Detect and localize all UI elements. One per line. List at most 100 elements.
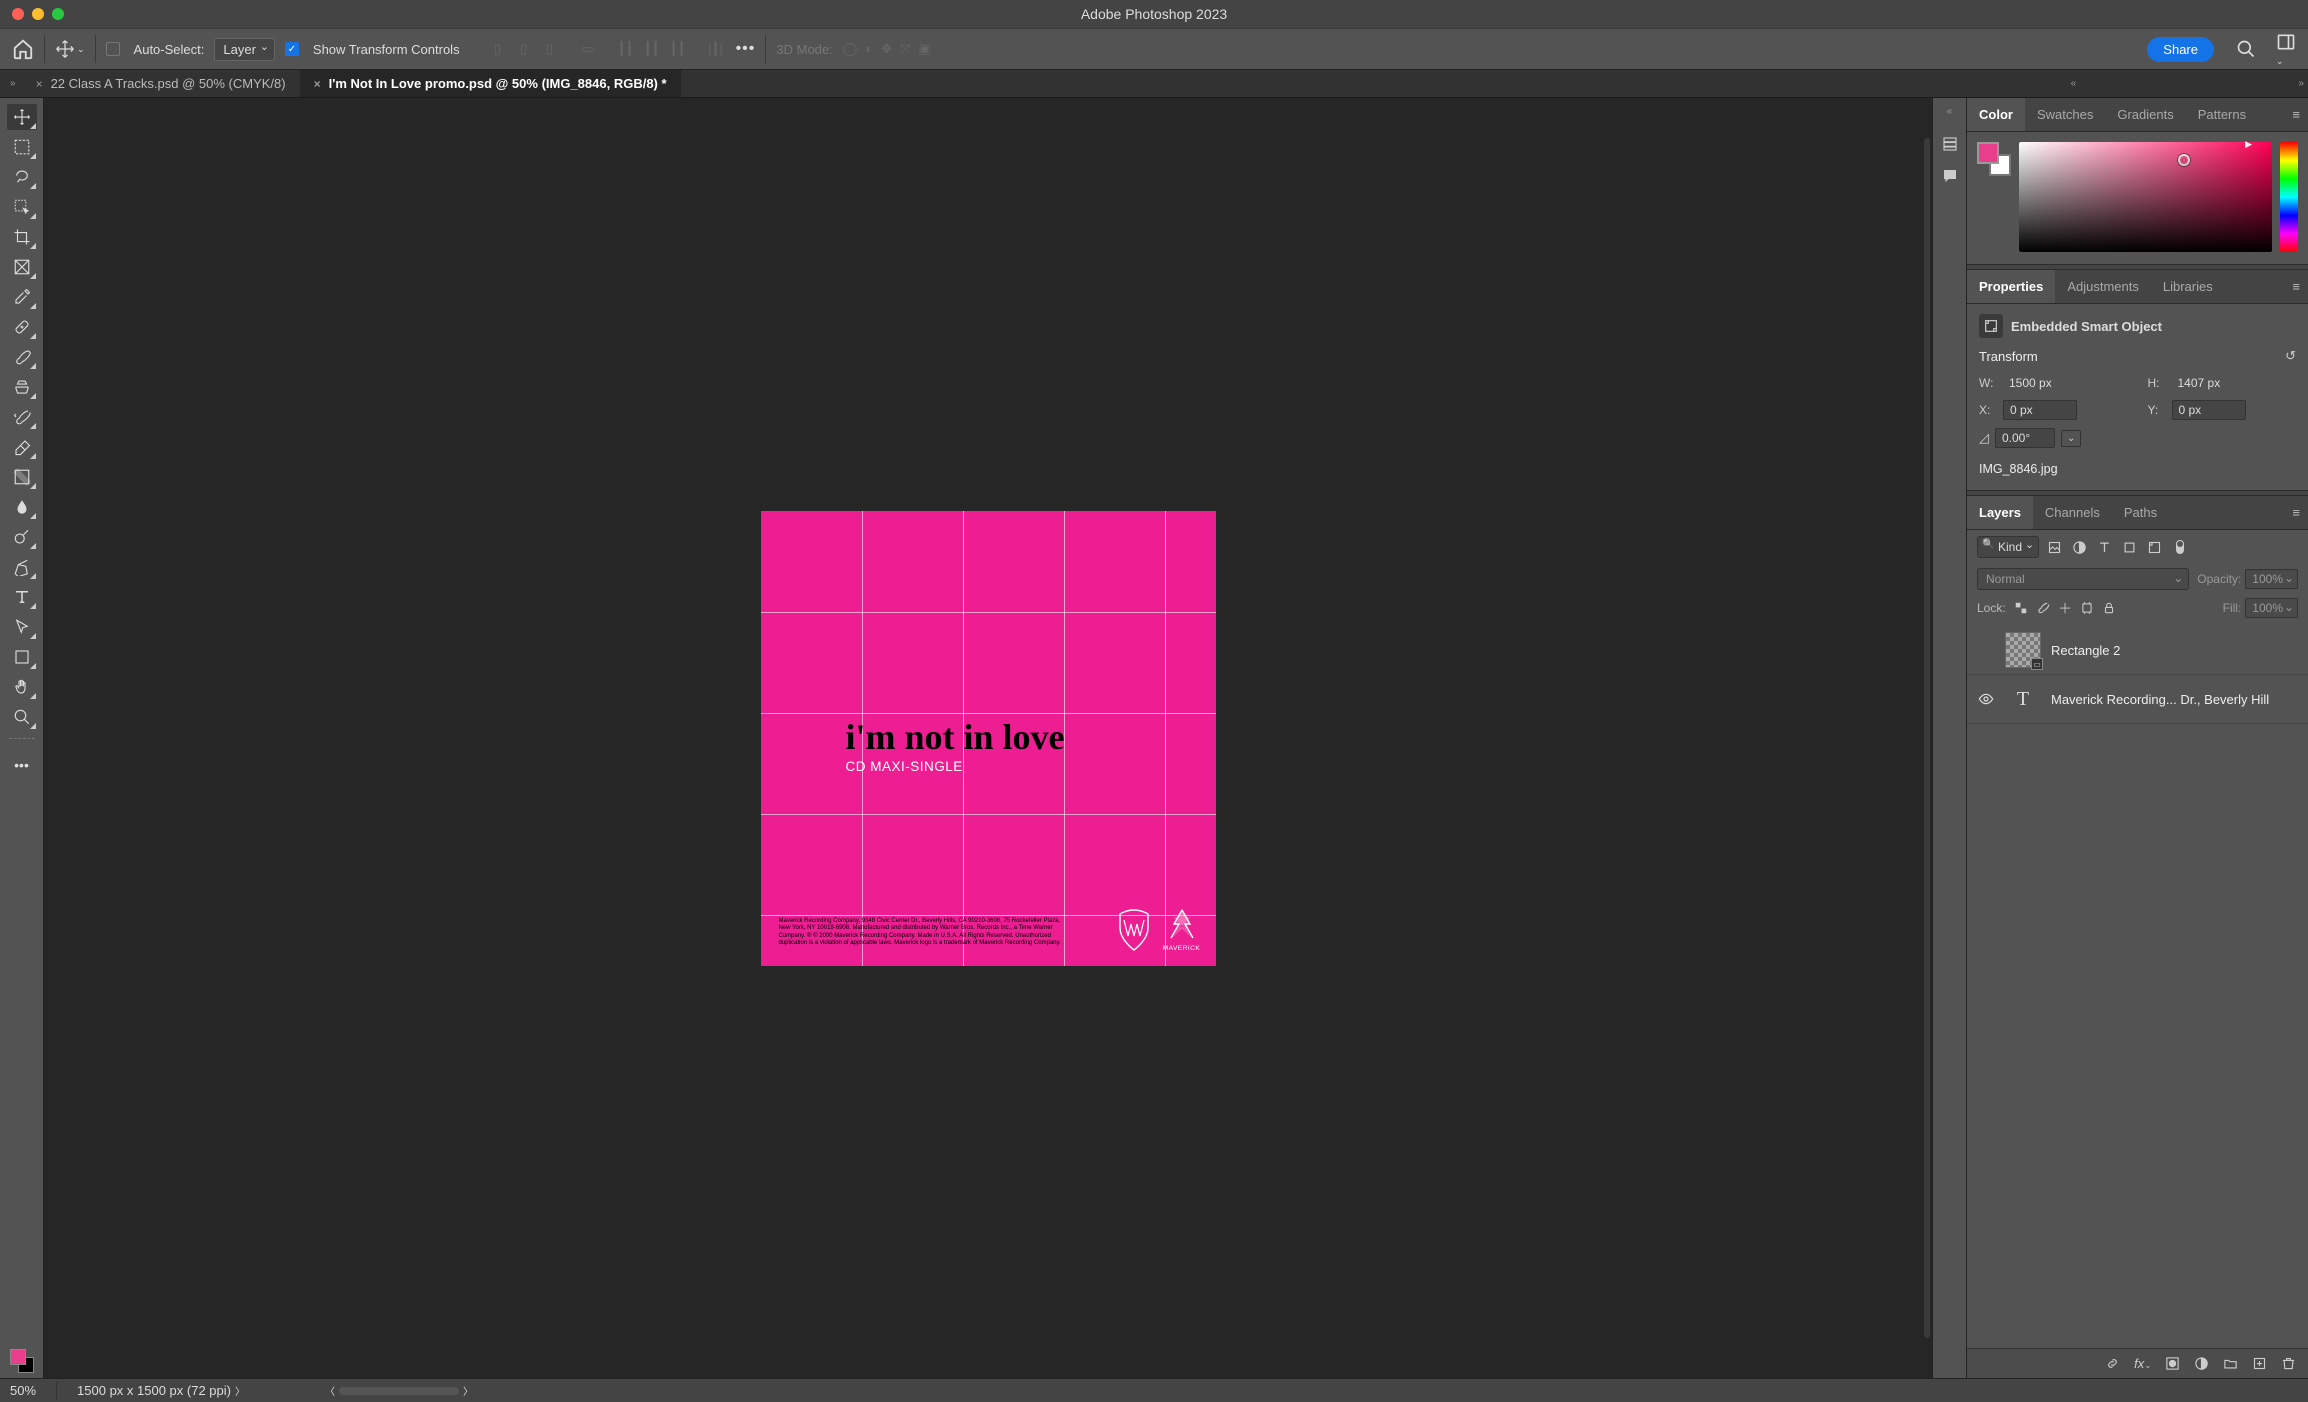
distribute-spacing-icon[interactable]: ┃┃ (668, 41, 688, 57)
tab-patterns[interactable]: Patterns (2186, 98, 2258, 131)
height-value[interactable]: 1407 px (2172, 374, 2246, 392)
fill-input[interactable]: 100% (2245, 598, 2298, 618)
y-input[interactable]: 0 px (2172, 400, 2246, 420)
link-layers-icon[interactable] (2105, 1356, 2120, 1371)
tab-gradients[interactable]: Gradients (2105, 98, 2185, 131)
maximize-window-button[interactable] (52, 8, 64, 20)
distribute-h-icon[interactable]: ┃┃ (616, 41, 636, 57)
chevron-left-icon[interactable]: 〈 (325, 1383, 335, 1398)
close-tab-icon[interactable]: × (314, 77, 321, 91)
canvas-scrollbar[interactable] (1924, 138, 1930, 1338)
zoom-tool[interactable] (7, 704, 37, 730)
move-tool-indicator[interactable]: ⌄ (55, 39, 85, 59)
tab-swatches[interactable]: Swatches (2025, 98, 2105, 131)
tab-color[interactable]: Color (1967, 98, 2025, 131)
lock-all-icon[interactable] (2102, 601, 2116, 615)
minimize-window-button[interactable] (32, 8, 44, 20)
tab-paths[interactable]: Paths (2112, 496, 2169, 529)
width-value[interactable]: 1500 px (2003, 374, 2077, 392)
layer-visibility-toggle[interactable] (1977, 691, 1995, 707)
layer-thumbnail[interactable]: T (2005, 681, 2041, 717)
chevron-right-icon[interactable]: 〉 (235, 1383, 245, 1398)
lock-artboard-icon[interactable] (2080, 601, 2094, 615)
filter-type-icon[interactable] (2097, 540, 2112, 555)
workspace-switcher-icon[interactable]: ⌄ (2276, 32, 2296, 67)
blur-tool[interactable] (7, 494, 37, 520)
crop-tool[interactable] (7, 224, 37, 250)
panel-menu-icon[interactable]: ≡ (2292, 505, 2308, 520)
pen-tool[interactable] (7, 554, 37, 580)
spot-healing-tool[interactable] (7, 314, 37, 340)
foreground-color-swatch[interactable] (10, 1349, 26, 1365)
clone-stamp-tool[interactable] (7, 374, 37, 400)
tab-adjustments[interactable]: Adjustments (2055, 270, 2151, 303)
hue-slider[interactable] (2280, 142, 2298, 252)
more-options-icon[interactable]: ••• (736, 40, 756, 58)
foreground-background-colors[interactable] (7, 1346, 37, 1376)
filter-smartobject-icon[interactable] (2147, 540, 2162, 555)
tab-channels[interactable]: Channels (2033, 496, 2112, 529)
rectangle-tool[interactable] (7, 644, 37, 670)
delete-layer-icon[interactable] (2281, 1356, 2296, 1371)
tab-layers[interactable]: Layers (1967, 496, 2033, 529)
document-tab[interactable]: × I'm Not In Love promo.psd @ 50% (IMG_8… (300, 70, 681, 97)
filter-pixel-icon[interactable] (2047, 540, 2062, 555)
lock-position-icon[interactable] (2058, 601, 2072, 615)
align-more-icon[interactable]: |┃| (706, 41, 726, 57)
canvas-area[interactable]: i'm not in love CD MAXI-SINGLE Maverick … (44, 98, 1932, 1378)
adjustment-layer-icon[interactable] (2194, 1356, 2209, 1371)
chevron-right-icon[interactable]: 〉 (463, 1383, 473, 1398)
close-window-button[interactable] (12, 8, 24, 20)
blend-mode-dropdown[interactable]: Normal (1977, 568, 2189, 590)
panel-menu-icon[interactable]: ≡ (2292, 279, 2308, 294)
history-brush-tool[interactable] (7, 404, 37, 430)
layer-filter-kind-dropdown[interactable]: Kind (1977, 536, 2039, 558)
color-cursor[interactable] (2178, 154, 2190, 166)
auto-select-target-dropdown[interactable]: Layer (214, 38, 275, 61)
rotation-dropdown-icon[interactable]: ⌄ (2061, 430, 2081, 447)
align-left-icon[interactable]: ▯ (488, 41, 508, 57)
dodge-tool[interactable] (7, 524, 37, 550)
distribute-v-icon[interactable]: ┃┃ (642, 41, 662, 57)
object-selection-tool[interactable] (7, 194, 37, 220)
history-panel-icon[interactable] (1941, 135, 1959, 153)
rotation-input[interactable]: 0.00° (1995, 428, 2055, 448)
align-center-h-icon[interactable]: ▯ (514, 41, 534, 57)
filter-adjustment-icon[interactable] (2072, 540, 2087, 555)
home-icon[interactable] (12, 38, 34, 60)
eyedropper-tool[interactable] (7, 284, 37, 310)
x-input[interactable]: 0 px (2003, 400, 2077, 420)
move-tool[interactable] (7, 104, 37, 130)
layer-item[interactable]: T Maverick Recording... Dr., Beverly Hil… (1967, 675, 2308, 724)
filter-shape-icon[interactable] (2122, 540, 2137, 555)
show-transform-checkbox[interactable] (285, 42, 299, 56)
tab-libraries[interactable]: Libraries (2151, 270, 2225, 303)
brush-tool[interactable] (7, 344, 37, 370)
horizontal-scrollbar[interactable] (339, 1387, 459, 1395)
eraser-tool[interactable] (7, 434, 37, 460)
new-group-icon[interactable] (2223, 1356, 2238, 1371)
comments-panel-icon[interactable] (1941, 167, 1959, 185)
fg-bg-color-swatches[interactable] (1977, 142, 2011, 176)
gradient-tool[interactable] (7, 464, 37, 490)
collapse-panels-icon[interactable]: « » (2071, 78, 2304, 89)
path-selection-tool[interactable] (7, 614, 37, 640)
filter-toggle[interactable] (2176, 540, 2184, 554)
close-tab-icon[interactable]: × (36, 77, 43, 91)
layer-item[interactable]: ▭ Rectangle 2 (1967, 626, 2308, 675)
lock-transparency-icon[interactable] (2014, 601, 2028, 615)
expand-panels-left-icon[interactable]: » (4, 78, 22, 89)
align-right-icon[interactable]: ▯ (540, 41, 560, 57)
type-tool[interactable] (7, 584, 37, 610)
new-layer-icon[interactable] (2252, 1356, 2267, 1371)
expand-dock-icon[interactable]: « (1947, 106, 1953, 121)
search-icon[interactable] (2236, 39, 2256, 59)
layer-name[interactable]: Maverick Recording... Dr., Beverly Hill (2051, 692, 2298, 707)
fg-color-swatch[interactable] (1977, 142, 1999, 164)
layer-mask-icon[interactable] (2165, 1356, 2180, 1371)
layer-style-icon[interactable]: fx⌄ (2134, 1356, 2151, 1371)
frame-tool[interactable] (7, 254, 37, 280)
share-button[interactable]: Share (2147, 37, 2214, 62)
document-tab[interactable]: × 22 Class A Tracks.psd @ 50% (CMYK/8) (22, 70, 300, 97)
auto-select-checkbox[interactable] (106, 42, 120, 56)
